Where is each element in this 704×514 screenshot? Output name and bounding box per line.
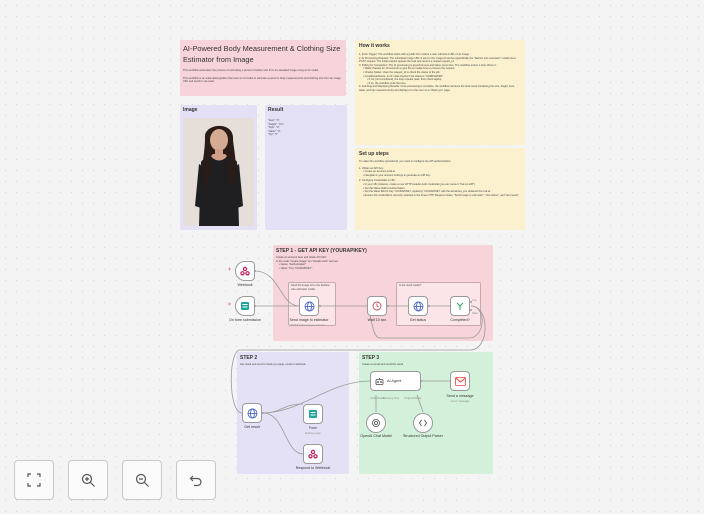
sticky-result-ready-text: Is the result ready?	[399, 284, 422, 287]
intro-para1: This workflow automates the process of e…	[183, 69, 319, 72]
http-request-icon	[304, 301, 314, 311]
step3-desc: Create an email and send the result	[362, 363, 404, 366]
get-result-label: Get result	[244, 425, 260, 429]
false-branch-tag: false	[472, 311, 478, 315]
step3-title: STEP 3	[362, 355, 380, 361]
image-panel[interactable]: Image	[180, 105, 257, 230]
how-title: How it works	[359, 43, 390, 49]
webhook-icon	[308, 449, 318, 459]
undo-icon	[189, 475, 202, 487]
webhook-icon	[240, 266, 250, 276]
step2-title: STEP 2	[240, 355, 258, 361]
gmail-icon	[454, 376, 466, 386]
robot-icon	[375, 377, 384, 385]
setup-item: • Navigate to your account settings to g…	[363, 173, 431, 177]
webhook-node[interactable]	[235, 261, 255, 281]
sticky-send-image-text: Send the image url to the Fashion size e…	[291, 284, 330, 291]
clock-icon	[372, 301, 382, 311]
gmail-sublabel: send: message	[450, 399, 470, 403]
send-image-node[interactable]	[299, 296, 319, 316]
image-panel-title: Image	[183, 107, 198, 113]
openai-label: OpenAI Chat Model	[360, 434, 392, 438]
form-ending-sublabel: Ending page	[305, 431, 321, 435]
send-image-label: Send image to estimator	[289, 318, 329, 322]
completed-node[interactable]	[450, 296, 470, 316]
step2-desc: Get result and send to thank you page, e…	[240, 363, 306, 366]
webhook-label: Webhook	[237, 283, 253, 287]
how-item: 4. Fetching and Displaying Results: Once…	[359, 85, 515, 92]
zoom-out-button[interactable]	[122, 460, 162, 500]
http-request-icon	[413, 301, 423, 311]
zoom-in-icon	[81, 473, 95, 487]
parser-node[interactable]	[413, 413, 433, 433]
code-braces-icon	[419, 419, 427, 427]
memory-tag: Memory	[383, 396, 394, 400]
setup-title: Set up steps	[359, 151, 389, 157]
person-photo	[183, 118, 254, 226]
get-status-label: Get status	[409, 318, 427, 322]
gmail-label: Send a message	[446, 394, 474, 398]
get-status-node[interactable]	[408, 296, 428, 316]
form-icon	[309, 410, 317, 418]
openai-node[interactable]	[366, 413, 386, 433]
parser-label: Structured Output Parser	[403, 434, 443, 438]
wait-label: Wait 10 sec	[367, 318, 387, 322]
how-it-works-note[interactable]: How it works 1. Form Trigger: The workfl…	[355, 40, 525, 145]
form-submission-label: On form submission	[229, 318, 261, 322]
gmail-node[interactable]	[450, 371, 470, 391]
output-parser-tag: Output Parser	[404, 396, 422, 400]
form-ending-node[interactable]	[303, 404, 323, 424]
result-panel[interactable]: Result "bust": "0", "height": "0.0", "hi…	[265, 105, 347, 230]
result-line: "hip": "0"	[268, 133, 279, 137]
fit-view-button[interactable]	[14, 460, 54, 500]
intro-para2: This workflow is an automated pipeline t…	[183, 76, 341, 84]
undo-button[interactable]	[176, 460, 216, 500]
how-item: 2. AI Processing Request: The submitted …	[359, 56, 516, 64]
send-image-sublabel: POST: https://queue.fal.run/...	[290, 323, 328, 327]
respond-webhook-label: Respond to Webhook	[295, 466, 331, 470]
zoom-out-icon	[135, 473, 149, 487]
form-icon	[241, 302, 249, 310]
tool-tag: Tool	[394, 396, 400, 400]
true-branch-tag: true	[472, 298, 477, 302]
openai-icon	[372, 419, 380, 427]
respond-webhook-node[interactable]	[303, 444, 323, 464]
intro-note[interactable]: AI-Powered Body Measurement & Clothing S…	[180, 40, 346, 96]
completed-label: Completed?	[450, 318, 470, 322]
ai-agent-node[interactable]: AI Agent	[370, 371, 421, 391]
step1-line: • Value: "Key YOURAPIKEY"	[279, 266, 313, 270]
setup-note[interactable]: Set up steps To make this workflow opera…	[355, 148, 525, 230]
if-branch-icon	[456, 302, 464, 310]
form-submission-node[interactable]	[235, 296, 255, 316]
http-request-icon	[247, 408, 257, 418]
ai-agent-label: AI Agent	[387, 379, 402, 383]
fit-view-icon	[27, 473, 41, 487]
zoom-in-button[interactable]	[68, 460, 108, 500]
result-panel-title: Result	[268, 107, 284, 113]
wait-node[interactable]	[367, 296, 387, 316]
step1-title: STEP 1 - GET API KEY (YOURAPIKEY)	[276, 248, 367, 254]
intro-title: AI-Powered Body Measurement & Clothing S…	[183, 44, 341, 64]
form-ending-label: Form	[308, 426, 318, 430]
setup-item: • Ensure this credential is correctly se…	[363, 193, 520, 197]
get-result-node[interactable]	[242, 403, 262, 423]
setup-intro: To make this workflow operational, you n…	[359, 160, 451, 163]
